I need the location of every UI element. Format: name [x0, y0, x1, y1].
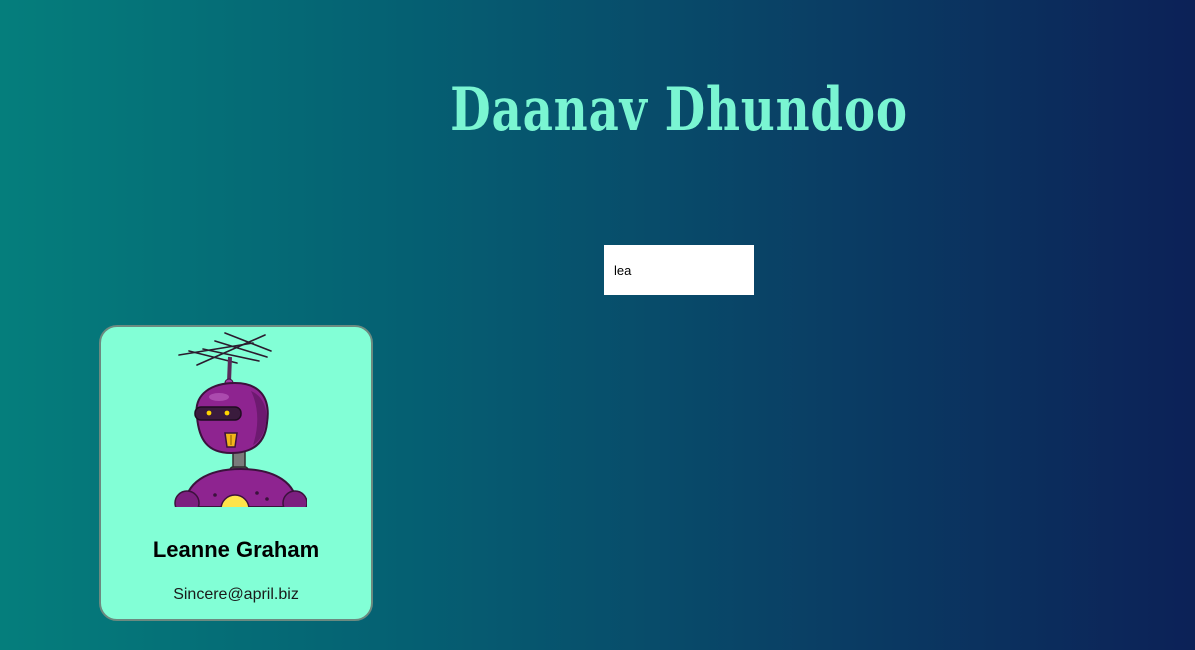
app-title: Daanav Dhundoo: [450, 75, 908, 145]
result-card[interactable]: Leanne Graham Sincere@april.biz: [99, 325, 373, 621]
card-email: Sincere@april.biz: [173, 586, 299, 603]
robot-avatar-image: [174, 332, 307, 507]
search-input[interactable]: [604, 245, 754, 295]
card-name: Leanne Graham: [152, 537, 320, 562]
